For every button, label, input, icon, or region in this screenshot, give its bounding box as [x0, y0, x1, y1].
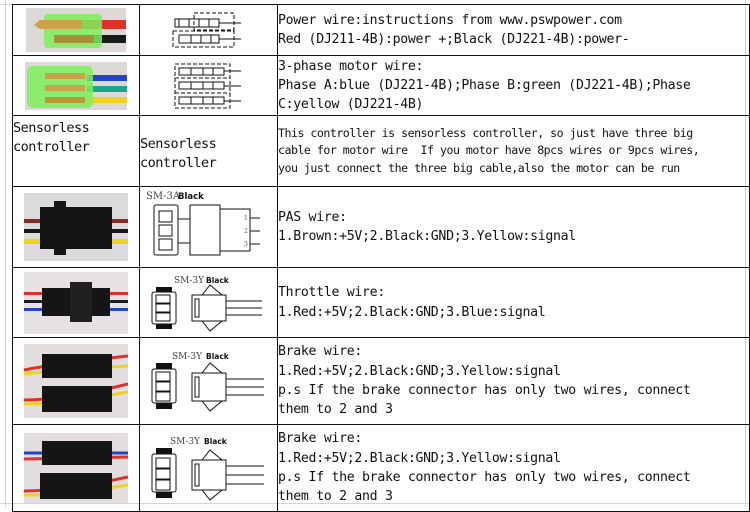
wiring-table: Power wire:instructions from www.pswpowe…	[12, 4, 750, 512]
description-cell: Power wire:instructions from www.pswpowe…	[277, 4, 750, 56]
description-line: C:yellow (DJ221-4B)	[278, 97, 424, 113]
diagram-cell	[139, 55, 278, 116]
description-line: Phase A:blue (DJ221-4B);Phase B:green (D…	[278, 77, 691, 93]
black-connector-body	[40, 473, 112, 499]
sm-3a-connector-diagram: SM-3A Black 1 2 3	[146, 191, 260, 256]
bullet-connector-pair-diagram	[172, 12, 241, 48]
power-connector-photo	[26, 8, 126, 52]
diagram-model-label: SM-3Y	[174, 276, 205, 286]
table-row-pas: SM-3A Black 1 2 3 PAS wire: 1.Brown:+5V;2…	[12, 186, 750, 268]
description-cell: 3-phase motor wire: Phase A:blue (DJ221-4…	[277, 55, 750, 116]
description-line: Power wire:instructions from www.pswpowe…	[278, 12, 623, 28]
photo-cell	[12, 424, 140, 512]
description-cell: Brake wire: 1.Red:+5V;2.Black:GND;3.Yello…	[277, 424, 750, 512]
photo-cell	[12, 267, 140, 338]
pin-number: 1	[244, 215, 248, 222]
description-line: them to 2 and 3	[278, 489, 393, 505]
pin-number: 2	[244, 228, 248, 235]
description-line: 1.Brown:+5V;2.Black:GND;3.Yellow:signal	[278, 229, 577, 244]
diagram-model-label: SM-3Y	[170, 437, 201, 447]
diagram-model-label: SM-3Y	[172, 352, 203, 362]
sensorless-label-cell: Sensorless controller	[12, 115, 140, 187]
pas-connector-photo	[24, 193, 128, 261]
table-row-sensorless: Sensorless controller Sensorless control…	[12, 115, 750, 187]
table-row-throttle: SM-3Y Black Throttle wire: 1.Red:+5V;2.Bl…	[12, 267, 750, 338]
sm-3y-connector-diagram: SM-3Y Black	[151, 352, 264, 412]
pin-number: 3	[244, 241, 248, 248]
description-cell: This controller is sensorless controller…	[277, 115, 750, 187]
description-line: Red (DJ211-4B):power +;Black (DJ221-4B):…	[278, 32, 630, 47]
diagram-color-label: Black	[204, 437, 228, 446]
description-line: p.s If the brake connector has only two …	[278, 470, 691, 485]
description-line: 1.Red:+5V;2.Black:GND;3.Yellow:signal	[278, 363, 561, 379]
diagram-color-label: Black	[206, 352, 230, 361]
table-row-brake-2: SM-3Y Black Brake wire: 1.Red:+5V;2.Black…	[12, 424, 750, 512]
diagram-color-label: Black	[178, 192, 204, 202]
black-connector-body	[42, 354, 112, 378]
description-cell: Brake wire: 1.Red:+5V;2.Black:GND;3.Yello…	[277, 337, 750, 425]
black-connector-body	[42, 441, 112, 465]
motor-phase-connector-photo	[25, 61, 127, 110]
table-row-motor: 3-phase motor wire: Phase A:blue (DJ221-4…	[12, 55, 750, 116]
description-line: them to 2 and 3	[278, 402, 393, 418]
black-connector-body	[42, 386, 112, 412]
diagram-color-label: Black	[206, 276, 230, 285]
photo-cell	[12, 337, 140, 425]
description-line: 3-phase motor wire:	[278, 58, 424, 74]
description-line: 1.Red:+5V;2.Black:GND;3.Yellow:signal	[278, 450, 561, 466]
description-line: Brake wire:	[278, 431, 363, 447]
photo-cell	[12, 186, 140, 268]
diagram-cell: SM-3Y Black	[139, 267, 278, 338]
description-cell: Throttle wire: 1.Red:+5V;2.Black:GND;3.Bl…	[277, 267, 750, 338]
description-line: Throttle wire:	[278, 285, 386, 301]
brake-connector-photo-2	[24, 433, 128, 503]
throttle-connector-photo	[24, 271, 128, 334]
description-cell: PAS wire: 1.Brown:+5V;2.Black:GND;3.Yello…	[277, 186, 750, 268]
description-line: This controller is sensorless controller…	[278, 125, 694, 140]
photo-cell	[12, 4, 140, 56]
description-line: you just connect the three big cable,als…	[278, 160, 681, 175]
bullet-pin	[34, 20, 82, 29]
sm-3y-connector-diagram: SM-3Y Black	[151, 437, 264, 501]
brake-connector-photo	[24, 344, 128, 418]
table-row-power: Power wire:instructions from www.pswpowe…	[12, 4, 750, 56]
diagram-cell: SM-3A Black 1 2 3	[139, 186, 278, 268]
photo-cell	[12, 55, 140, 116]
description-line: 1.Red:+5V;2.Black:GND;3.Blue:signal	[278, 304, 546, 320]
sm-3y-connector-diagram: SM-3Y Black	[151, 276, 262, 332]
description-line: cable for motor wire If you motor have 8…	[278, 143, 700, 158]
description-line: p.s If the brake connector has only two …	[278, 383, 691, 398]
black-connector-body	[40, 207, 112, 249]
description-line: Brake wire:	[278, 344, 363, 360]
sensorless-label-cell-2: Sensorless controller	[139, 115, 278, 187]
description-line: PAS wire:	[278, 209, 348, 225]
diagram-cell	[139, 4, 278, 56]
table-row-brake: SM-3Y Black Brake wire: 1.Red:+5V;2.Black…	[12, 337, 750, 425]
bullet-connector-triple-diagram	[174, 63, 241, 108]
sheet-gridline	[5, 0, 6, 507]
diagram-model-label: SM-3A	[146, 191, 181, 202]
diagram-cell: SM-3Y Black	[139, 424, 278, 512]
diagram-cell: SM-3Y Black	[139, 337, 278, 425]
